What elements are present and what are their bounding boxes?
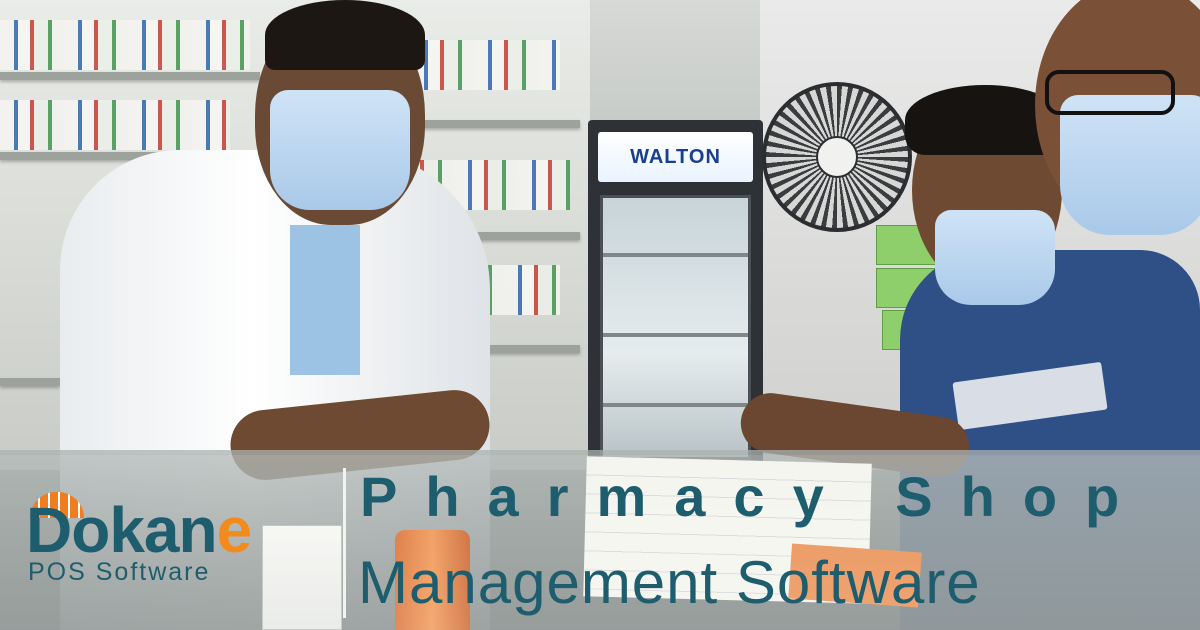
medicine-boxes (0, 100, 230, 150)
pharmacist-face-mask (270, 90, 410, 210)
pharmacist-hair (265, 0, 425, 70)
logo-main-text: Dokan (26, 494, 218, 566)
fridge-shelf (603, 333, 748, 337)
eyeglasses (1045, 70, 1175, 115)
shelf-board (0, 378, 60, 386)
second-customer-face-mask (1060, 95, 1200, 235)
fridge-glass-door (600, 195, 751, 460)
medicine-boxes (410, 40, 560, 90)
fridge-shelf (603, 253, 748, 257)
vertical-divider (343, 468, 346, 618)
logo-subtitle: POS Software (28, 558, 211, 586)
headline-line-1: Pharmacy Shop (360, 465, 1148, 528)
pharmacy-photo-banner: WALTON Dokan e POS Software Pharmacy Sho… (0, 0, 1200, 630)
fan-hub (816, 136, 858, 178)
shelf-board (410, 120, 580, 128)
logo-accent-text: e (216, 494, 253, 566)
fridge-shelf (603, 403, 748, 407)
wall-fan (762, 82, 912, 232)
medicine-fridge: WALTON (588, 120, 763, 470)
dokane-logo: Dokan e POS Software (26, 492, 326, 592)
shelf-board (0, 72, 260, 80)
pharmacist-shirt (290, 225, 360, 375)
fridge-brand-sign: WALTON (598, 132, 753, 182)
customer-face-mask (935, 210, 1055, 305)
logo-wordmark: Dokan e (26, 492, 253, 566)
medicine-boxes (0, 20, 250, 70)
headline-line-2: Management Software (358, 549, 981, 616)
